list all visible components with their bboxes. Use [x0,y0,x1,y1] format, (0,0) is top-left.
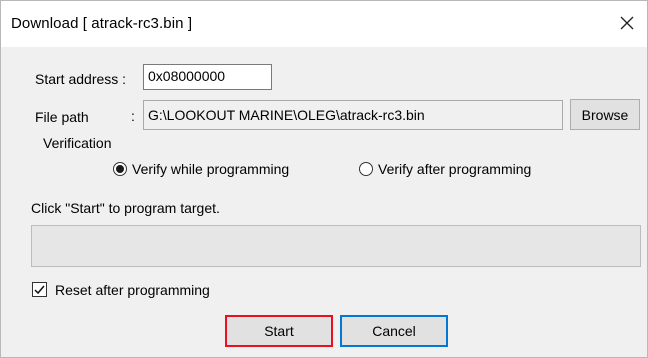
radio-selected-dot [116,165,124,173]
verification-label: Verification [43,135,112,151]
verify-while-radio[interactable] [113,162,127,176]
verify-while-label[interactable]: Verify while programming [132,161,289,177]
title-bar: Download [ atrack-rc3.bin ] [1,1,647,47]
download-dialog: Download [ atrack-rc3.bin ] Start addres… [0,0,648,358]
status-message: Click "Start" to program target. [31,200,220,216]
verify-after-label[interactable]: Verify after programming [378,161,531,177]
start-address-label: Start address : [35,71,127,87]
cancel-button[interactable]: Cancel [340,315,448,347]
progress-bar [31,225,641,267]
file-path-label: File path [35,109,89,125]
checkmark-icon [34,285,45,295]
close-icon [620,16,634,30]
close-button[interactable] [613,9,641,37]
start-address-input[interactable]: 0x08000000 [143,64,272,90]
file-path-field[interactable]: G:\LOOKOUT MARINE\OLEG\atrack-rc3.bin [143,100,563,130]
start-button[interactable]: Start [225,315,333,347]
browse-button[interactable]: Browse [570,99,640,130]
reset-after-programming-label[interactable]: Reset after programming [55,282,210,298]
reset-after-programming-checkbox[interactable] [32,282,47,297]
file-path-separator: : [131,108,135,124]
window-title: Download [ atrack-rc3.bin ] [11,15,193,32]
verify-after-radio[interactable] [359,162,373,176]
